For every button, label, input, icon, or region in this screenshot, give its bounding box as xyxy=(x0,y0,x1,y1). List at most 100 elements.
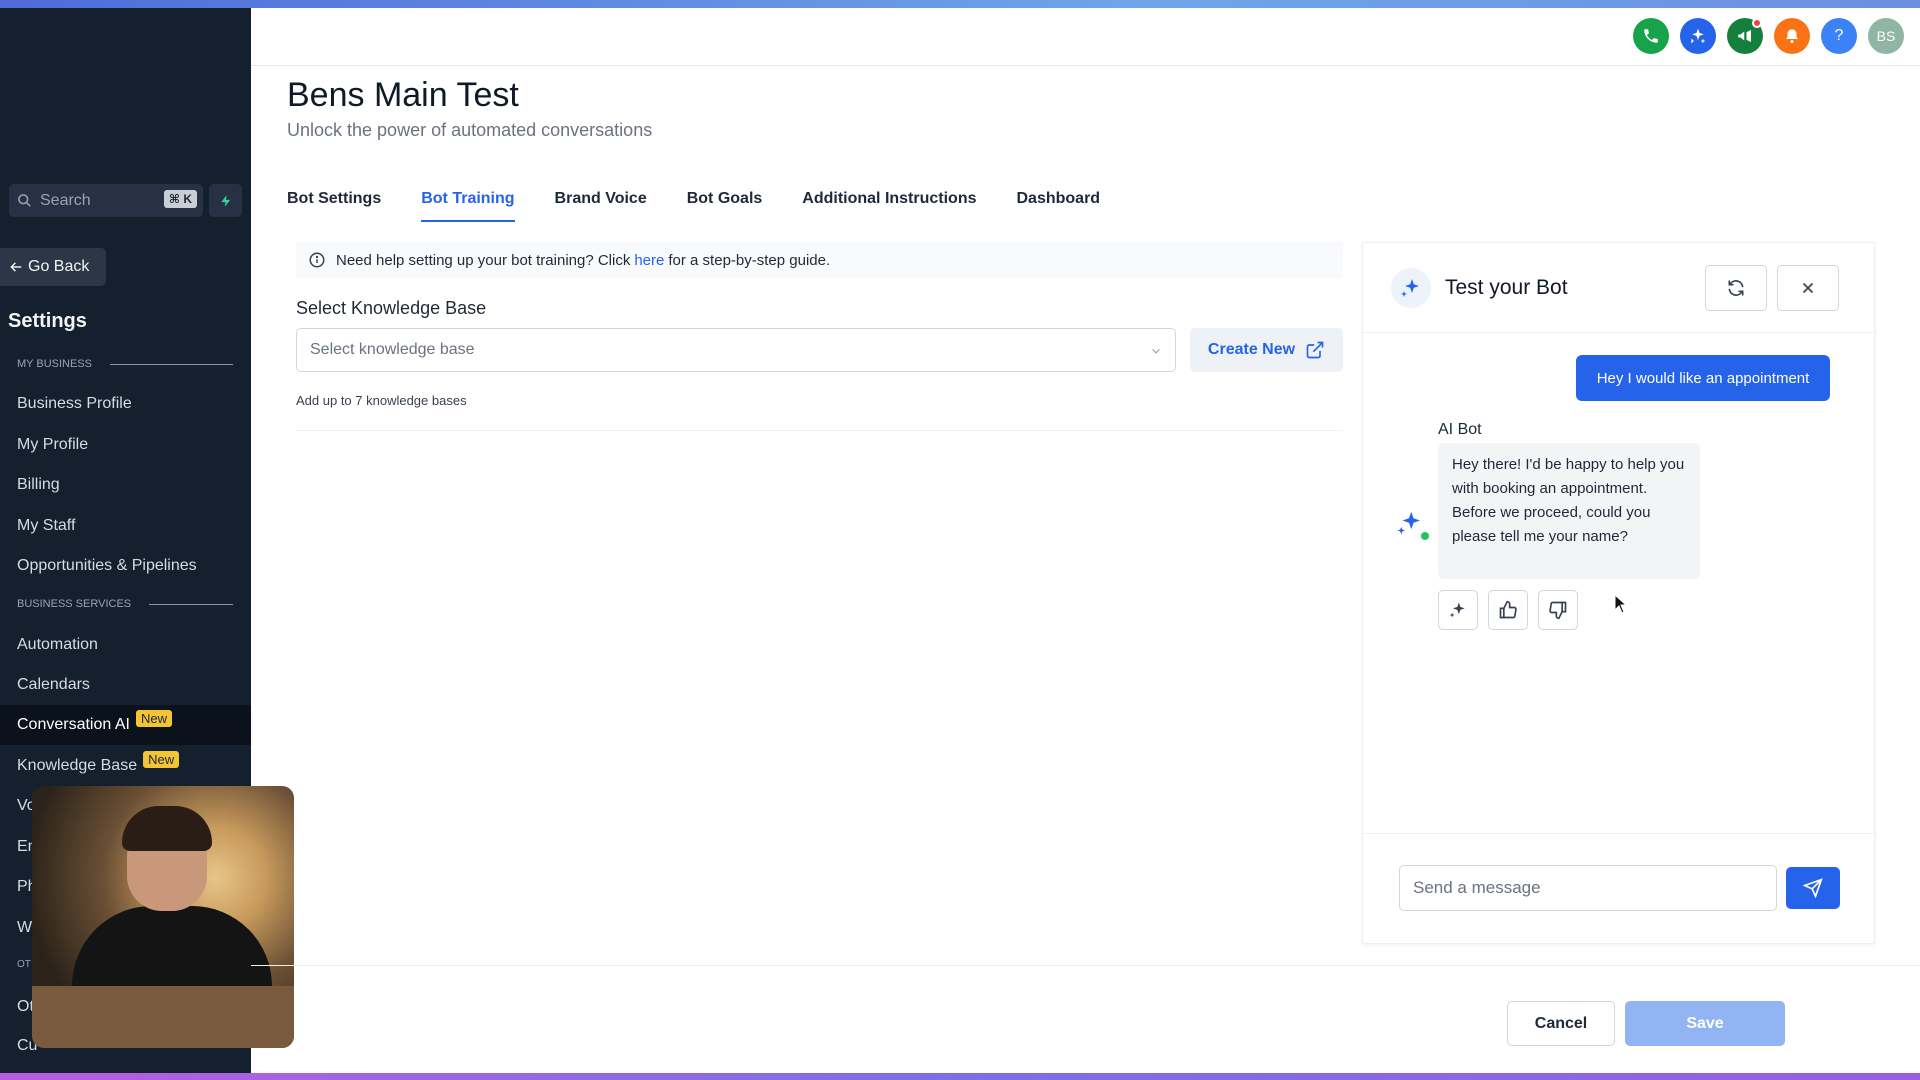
create-new-button[interactable]: Create New xyxy=(1190,328,1343,372)
send-icon xyxy=(1803,878,1823,898)
phone-icon[interactable] xyxy=(1633,18,1669,54)
bell-icon[interactable] xyxy=(1774,18,1810,54)
knowledge-base-placeholder: Select knowledge base xyxy=(310,341,475,358)
thumbs-down-button[interactable] xyxy=(1538,590,1578,630)
go-back-button[interactable]: Go Back xyxy=(0,248,106,286)
sidebar-item-calendars[interactable]: Calendars xyxy=(17,676,90,694)
sidebar-item-label: Calendars xyxy=(17,676,90,693)
header-icons: ? BS xyxy=(1633,18,1904,54)
thumbs-up-icon xyxy=(1499,600,1517,619)
tab-bot-settings[interactable]: Bot Settings xyxy=(287,190,381,222)
knowledge-base-hint: Add up to 7 knowledge bases xyxy=(296,393,467,408)
test-bot-panel: Test your Bot Hey I would like an appoin… xyxy=(1362,242,1876,944)
bot-avatar xyxy=(1395,508,1431,542)
create-new-label: Create New xyxy=(1207,341,1296,358)
close-panel-button[interactable] xyxy=(1777,265,1839,311)
sidebar-item-business-profile[interactable]: Business Profile xyxy=(17,395,132,413)
avatar[interactable]: BS xyxy=(1868,18,1904,54)
thumbs-down-icon xyxy=(1549,601,1567,620)
bot-sparkle-icon xyxy=(1391,268,1431,308)
thumbs-up-button[interactable] xyxy=(1488,590,1528,630)
info-text-prefix: Need help setting up your bot training? … xyxy=(336,251,631,269)
panel-divider xyxy=(1363,833,1876,834)
sidebar-item-opportunities[interactable]: Opportunities & Pipelines xyxy=(17,557,197,575)
message-input[interactable] xyxy=(1399,865,1777,911)
section-label: OT xyxy=(17,959,31,970)
sidebar-item-label: Business Profile xyxy=(17,395,132,412)
bot-message-bubble: Hey there! I'd be happy to help you with… xyxy=(1438,443,1700,579)
user-message-bubble: Hey I would like an appointment xyxy=(1576,355,1830,401)
sidebar-title: Settings xyxy=(8,310,87,332)
section-business-services: BUSINESS SERVICES xyxy=(17,598,233,610)
section-divider xyxy=(149,603,233,605)
tab-brand-voice[interactable]: Brand Voice xyxy=(555,190,647,222)
webcam-desk xyxy=(32,986,294,1048)
ai-sparkle-icon[interactable] xyxy=(1680,18,1716,54)
sidebar-item-billing[interactable]: Billing xyxy=(17,476,60,494)
sidebar-item-label: W xyxy=(17,919,33,936)
search-placeholder: Search xyxy=(40,191,91,209)
sidebar-item-label: My Profile xyxy=(17,436,89,453)
mouse-cursor xyxy=(1614,593,1628,619)
arrow-left-icon xyxy=(10,262,22,272)
help-info-bar: Need help setting up your bot training? … xyxy=(296,242,1343,278)
new-badge: New xyxy=(143,750,180,768)
top-header: ? BS xyxy=(251,8,1920,66)
chevron-down-icon xyxy=(1152,348,1160,354)
sidebar-item-conversation-ai[interactable]: Conversation AI New xyxy=(0,705,251,745)
close-icon xyxy=(1802,282,1814,294)
bottom-accent-stripe xyxy=(0,1073,1920,1080)
knowledge-base-label: Select Knowledge Base xyxy=(296,298,487,318)
info-text-suffix: for a step-by-step guide. xyxy=(668,251,831,269)
reset-chat-button[interactable] xyxy=(1705,265,1767,311)
tabs: Bot Settings Bot Training Brand Voice Bo… xyxy=(287,190,1140,222)
tab-additional-instructions[interactable]: Additional Instructions xyxy=(802,190,976,222)
save-button[interactable]: Save xyxy=(1625,1001,1785,1046)
refresh-icon xyxy=(1728,280,1744,296)
test-bot-title: Test your Bot xyxy=(1445,276,1568,299)
search-shortcut: ⌘ K xyxy=(163,190,197,208)
section-label: BUSINESS SERVICES xyxy=(17,598,132,610)
section-divider xyxy=(110,363,233,365)
sidebar-logo-area xyxy=(0,8,251,158)
knowledge-base-select[interactable]: Select knowledge base xyxy=(296,328,1176,372)
sidebar-item-label: Billing xyxy=(17,476,60,493)
sidebar-search[interactable]: Search ⌘ K xyxy=(9,184,203,217)
sidebar-item-label: Knowledge Base xyxy=(17,757,138,774)
section-label: MY BUSINESS xyxy=(17,358,92,370)
page-title: Bens Main Test xyxy=(287,76,519,114)
top-accent-stripe xyxy=(0,0,1920,8)
guide-link[interactable]: here xyxy=(634,252,664,269)
sidebar-item-label: Automation xyxy=(17,636,98,653)
search-icon xyxy=(18,194,31,207)
webcam-person-hair xyxy=(122,806,212,851)
new-badge: New xyxy=(135,709,172,727)
improve-response-button[interactable] xyxy=(1438,590,1478,630)
sidebar-item-my-profile[interactable]: My Profile xyxy=(17,436,88,454)
page-subtitle: Unlock the power of automated conversati… xyxy=(287,120,653,140)
section-my-business: MY BUSINESS xyxy=(17,358,233,370)
online-status-dot xyxy=(1419,530,1431,542)
ai-sparkle-icon xyxy=(1449,602,1465,618)
section-divider xyxy=(296,430,1343,431)
sidebar-item-my-staff[interactable]: My Staff xyxy=(17,517,75,535)
tab-bot-goals[interactable]: Bot Goals xyxy=(687,190,763,222)
lightning-icon xyxy=(220,194,230,207)
sidebar-item-automation[interactable]: Automation xyxy=(17,636,98,654)
help-icon[interactable]: ? xyxy=(1821,18,1857,54)
external-link-icon xyxy=(1306,341,1324,359)
tab-bot-training[interactable]: Bot Training xyxy=(421,190,515,222)
test-bot-header: Test your Bot xyxy=(1363,243,1876,333)
sidebar-item-partial-4[interactable]: W xyxy=(17,919,32,937)
send-button[interactable] xyxy=(1786,867,1840,909)
tab-dashboard[interactable]: Dashboard xyxy=(1017,190,1101,222)
sidebar-item-label: My Staff xyxy=(17,517,76,534)
cancel-button[interactable]: Cancel xyxy=(1507,1001,1615,1046)
help-glyph: ? xyxy=(1834,27,1844,44)
sidebar-item-knowledge-base[interactable]: Knowledge Base New xyxy=(17,750,180,775)
go-back-label: Go Back xyxy=(28,258,90,275)
sidebar-item-label: Opportunities & Pipelines xyxy=(17,557,197,574)
megaphone-icon[interactable] xyxy=(1727,18,1763,54)
info-icon xyxy=(309,252,325,268)
quick-action-button[interactable] xyxy=(209,184,242,217)
